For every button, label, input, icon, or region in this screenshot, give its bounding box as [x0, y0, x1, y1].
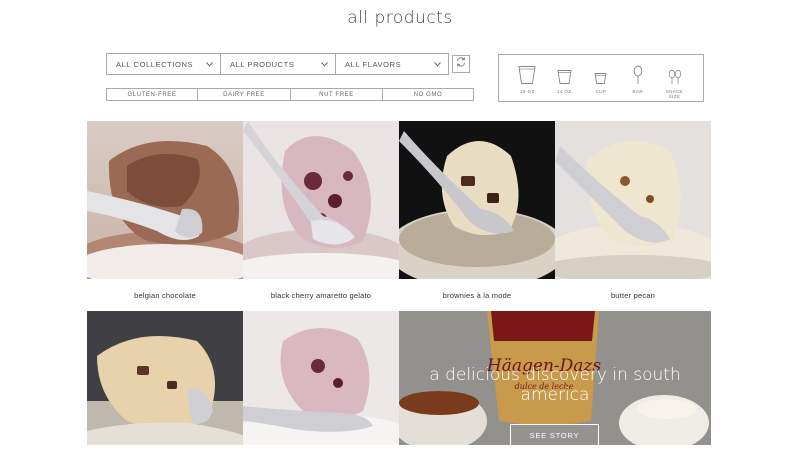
pint-large-icon: [518, 63, 536, 85]
size-label: BAR: [632, 89, 643, 94]
gluten-free-filter[interactable]: GLUTEN-FREE: [106, 88, 198, 101]
product-tile-brownies-a-la-mode[interactable]: brownies à la mode: [399, 121, 555, 300]
cup-icon: [594, 63, 608, 85]
chevron-down-icon: [433, 60, 441, 68]
products-dropdown[interactable]: ALL PRODUCTS: [220, 53, 336, 75]
page-title: all products: [347, 8, 453, 28]
dairy-free-filter[interactable]: DAIRY FREE: [197, 88, 291, 101]
size-option-14oz[interactable]: 14 OZ: [549, 63, 579, 94]
flavors-dropdown-label: ALL FLAVORS: [345, 59, 402, 69]
pint-small-icon: [557, 63, 572, 85]
product-image: [243, 121, 399, 279]
chevron-down-icon: [320, 60, 328, 68]
product-tile-belgian-chocolate[interactable]: belgian chocolate: [87, 121, 243, 300]
size-filter-panel: 28 OZ 14 OZ CUP BAR SNACK SIZE: [498, 54, 704, 102]
bar-icon: [633, 63, 643, 85]
products-dropdown-label: ALL PRODUCTS: [230, 59, 295, 69]
size-option-cup[interactable]: CUP: [586, 63, 616, 94]
product-name: belgian chocolate: [134, 291, 196, 300]
product-tile-black-cherry-amaretto-gelato[interactable]: black cherry amaretto gelato: [243, 121, 399, 300]
product-name: black cherry amaretto gelato: [270, 291, 372, 300]
product-image: [87, 311, 243, 445]
promo-headline: a delicious discovery in south america: [429, 365, 681, 405]
product-tile[interactable]: [243, 311, 399, 456]
product-name: brownies à la mode: [442, 291, 512, 300]
nut-free-filter[interactable]: NUT FREE: [290, 88, 383, 101]
product-name: butter pecan: [610, 291, 656, 300]
size-option-28oz[interactable]: 28 OZ: [512, 63, 542, 94]
size-label: 14 OZ: [556, 89, 572, 94]
product-tile[interactable]: [87, 311, 243, 456]
collections-dropdown[interactable]: ALL COLLECTIONS: [106, 53, 221, 75]
refresh-icon: [455, 55, 467, 73]
product-image: [243, 311, 399, 445]
collections-dropdown-label: ALL COLLECTIONS: [116, 59, 194, 69]
size-option-snack[interactable]: SNACK SIZE: [660, 63, 690, 99]
promo-banner[interactable]: Häagen-Dazs dulce de leche a delicious d…: [399, 311, 711, 445]
product-image: [87, 121, 243, 279]
snack-size-icon: [668, 63, 682, 85]
chevron-down-icon: [205, 60, 213, 68]
product-image: [399, 121, 555, 279]
size-label: 28 OZ: [520, 89, 535, 94]
reset-filters-button[interactable]: [452, 55, 470, 73]
size-label: CUP: [595, 89, 607, 94]
no-gmo-filter[interactable]: NO GMO: [382, 88, 474, 101]
product-tile-butter-pecan[interactable]: butter pecan: [555, 121, 711, 300]
size-option-bar[interactable]: BAR: [623, 63, 653, 94]
product-image: [555, 121, 711, 279]
size-label: SNACK SIZE: [665, 89, 684, 99]
see-story-button[interactable]: SEE STORY: [510, 424, 599, 445]
flavors-dropdown[interactable]: ALL FLAVORS: [335, 53, 449, 75]
